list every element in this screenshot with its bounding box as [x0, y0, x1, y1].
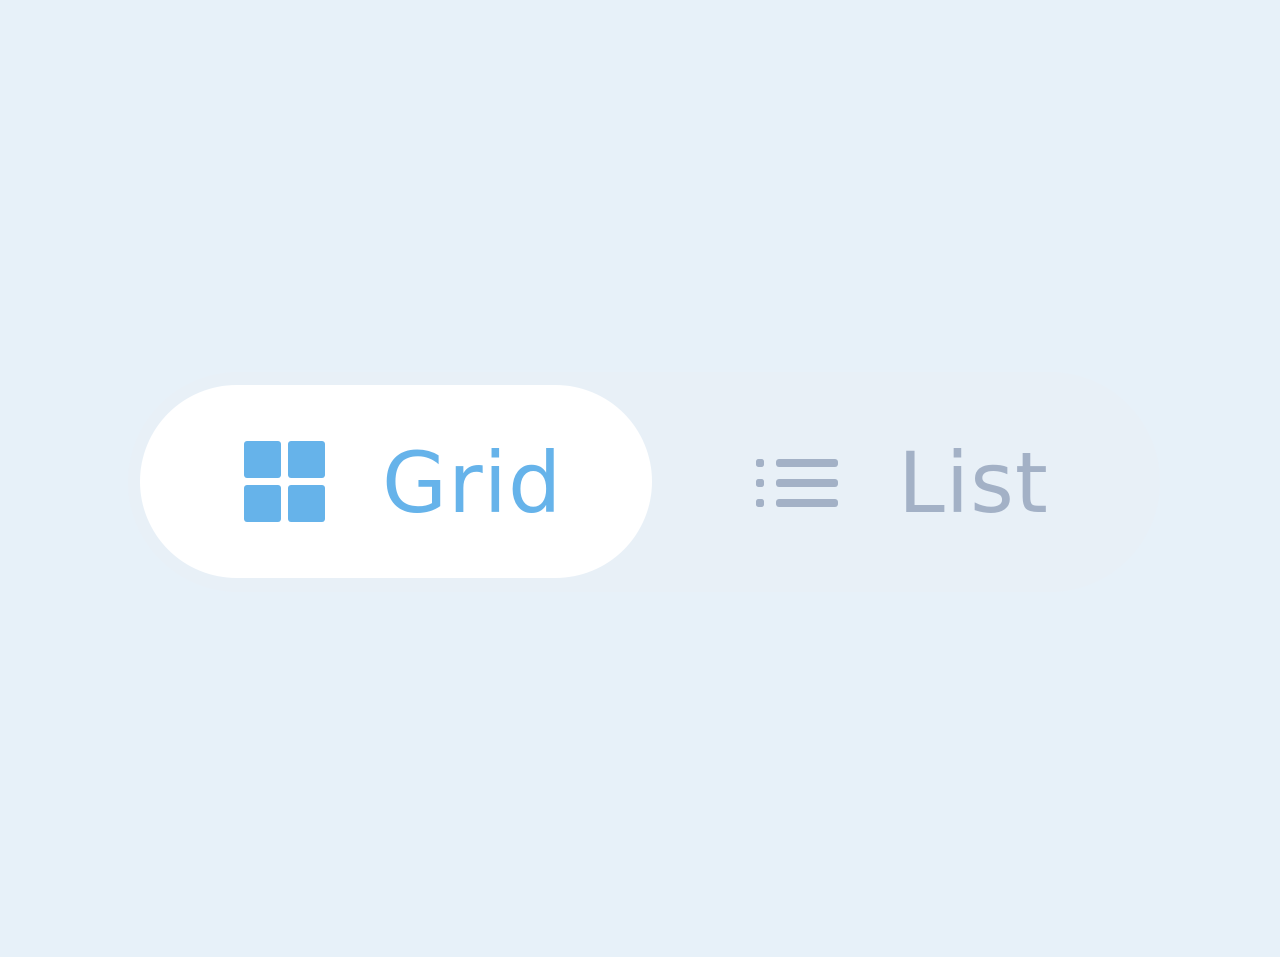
view-toggle: Grid List [128, 372, 1160, 592]
app-canvas: Grid List [0, 0, 1280, 957]
list-icon [756, 441, 838, 523]
list-view-label: List [898, 433, 1049, 532]
list-view-button[interactable]: List [652, 385, 1148, 578]
grid-view-label: Grid [382, 433, 563, 532]
grid-view-button[interactable]: Grid [140, 385, 652, 578]
grid-icon [244, 440, 326, 523]
